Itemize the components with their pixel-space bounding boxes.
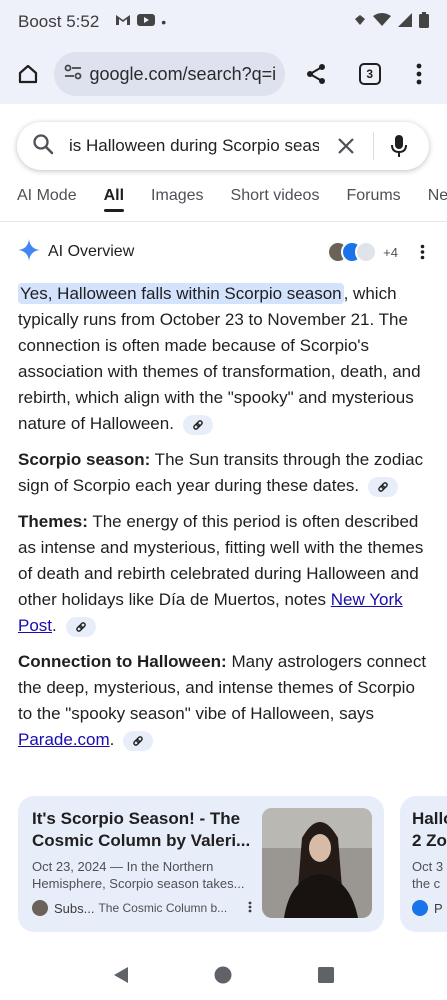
- citation-chip[interactable]: [367, 476, 398, 497]
- recents-button[interactable]: [316, 965, 336, 985]
- source-avatars[interactable]: +4: [327, 241, 398, 263]
- home-nav-button[interactable]: [213, 965, 233, 985]
- sources-more-count: +4: [383, 244, 398, 260]
- vibrate-icon: [353, 12, 367, 32]
- card-title: Hallo 2 Zo: [412, 809, 447, 850]
- link-icon: [192, 419, 203, 430]
- link-icon: [378, 481, 388, 492]
- ai-overview-body: Yes, Halloween falls within Scorpio seas…: [18, 281, 430, 763]
- gemini-sparkle-icon: [18, 238, 40, 266]
- tab-all[interactable]: All: [103, 178, 125, 222]
- url-text: google.com/search?q=is: [89, 63, 275, 84]
- search-tabs: AI Mode All Images Short videos Forums N…: [0, 178, 447, 222]
- tab-images[interactable]: Images: [151, 178, 203, 222]
- ai-overview-menu-button[interactable]: [414, 241, 430, 263]
- search-icon: [31, 132, 55, 161]
- system-nav-bar: [0, 950, 447, 1000]
- share-button[interactable]: [299, 56, 335, 92]
- status-dot: •: [161, 14, 167, 30]
- back-button[interactable]: [111, 965, 131, 985]
- ai-overview-title: AI Overview: [48, 243, 135, 260]
- tab-switcher-button[interactable]: 3: [352, 56, 388, 92]
- citation-chip[interactable]: [182, 414, 213, 435]
- tab-count: 3: [358, 63, 381, 85]
- home-icon: [18, 64, 37, 84]
- connection-paragraph: Connection to Halloween: Many astrologer…: [18, 652, 427, 751]
- site-settings-icon[interactable]: [64, 64, 82, 85]
- clear-search-button[interactable]: [333, 133, 359, 159]
- voice-search-button[interactable]: [386, 133, 412, 159]
- signal-icon: [397, 12, 413, 32]
- home-button[interactable]: [10, 56, 46, 92]
- link-icon: [75, 621, 86, 632]
- close-icon: [338, 138, 354, 154]
- ai-overview-header: AI Overview +4: [18, 238, 430, 266]
- answer-paragraph: Yes, Halloween falls within Scorpio seas…: [18, 283, 421, 435]
- more-vert-icon: [248, 901, 252, 912]
- source-favicon: [412, 900, 428, 916]
- card-source: P: [412, 900, 447, 916]
- search-box[interactable]: is Halloween during Scorpio season: [17, 122, 429, 170]
- url-bar[interactable]: google.com/search?q=is: [53, 52, 285, 96]
- share-icon: [307, 64, 326, 84]
- tab-news[interactable]: News: [428, 178, 447, 222]
- themes-paragraph: Themes: The energy of this period is oft…: [18, 512, 424, 637]
- mic-icon: [391, 135, 407, 157]
- more-vert-icon: [416, 63, 422, 85]
- search-input[interactable]: is Halloween during Scorpio season: [69, 136, 319, 156]
- citation-chip[interactable]: [65, 616, 96, 637]
- source-avatar: [355, 241, 378, 263]
- answer-highlight: Yes, Halloween falls within Scorpio seas…: [18, 283, 344, 304]
- recents-icon: [317, 967, 334, 983]
- card-title: It's Scorpio Season! - The Cosmic Column…: [32, 809, 251, 850]
- tab-short-videos[interactable]: Short videos: [231, 178, 320, 222]
- browser-menu-button[interactable]: [402, 56, 438, 92]
- card-snippet: Oct 3 the c: [412, 859, 444, 891]
- status-time: Boost 5:52: [18, 12, 100, 31]
- youtube-icon: [137, 12, 156, 32]
- source-favicon: [32, 900, 48, 916]
- citation-chip[interactable]: [123, 730, 154, 751]
- card-source: Subs... The Cosmic Column b...: [32, 900, 252, 916]
- browser-toolbar: google.com/search?q=is 3: [0, 44, 447, 104]
- tab-ai-mode[interactable]: AI Mode: [17, 178, 77, 222]
- card-snippet: Oct 23, 2024 — In the Northern Hemispher…: [32, 859, 245, 891]
- more-vert-icon: [420, 244, 424, 260]
- parade-link[interactable]: Parade.com: [18, 730, 110, 749]
- battery-icon: [419, 11, 429, 33]
- source-card[interactable]: Hallo 2 Zo Oct 3 the c P: [400, 796, 447, 932]
- scorpio-season-paragraph: Scorpio season: The Sun transits through…: [18, 450, 424, 497]
- card-thumbnail: [262, 808, 372, 918]
- tab-forums[interactable]: Forums: [346, 178, 400, 222]
- link-icon: [133, 735, 143, 746]
- card-menu-button[interactable]: [248, 901, 252, 916]
- status-bar: Boost 5:52 •: [0, 0, 447, 44]
- source-card[interactable]: It's Scorpio Season! - The Cosmic Column…: [18, 796, 384, 932]
- gmail-icon: [115, 12, 131, 32]
- back-icon: [114, 967, 129, 983]
- source-cards: It's Scorpio Season! - The Cosmic Column…: [18, 796, 447, 932]
- wifi-icon: [373, 12, 391, 32]
- search-divider: [373, 132, 374, 160]
- home-circle-icon: [214, 966, 232, 984]
